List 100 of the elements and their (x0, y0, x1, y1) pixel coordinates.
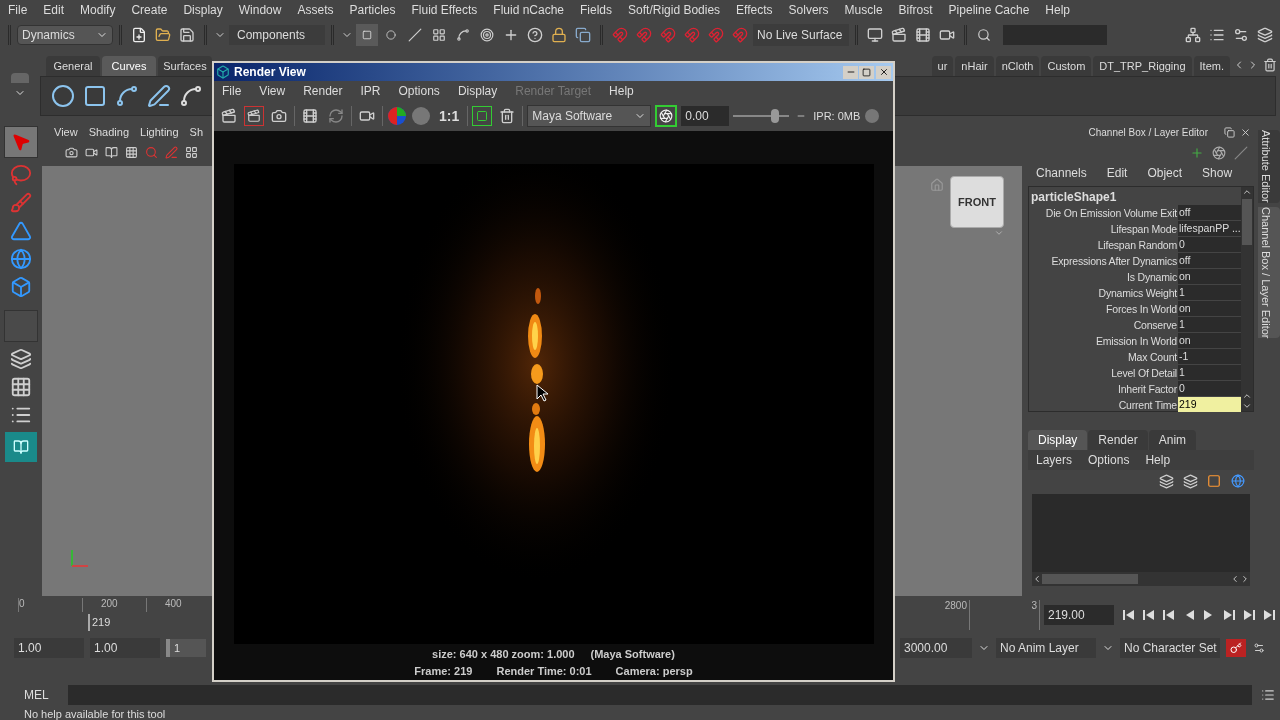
step-back-icon[interactable] (1142, 609, 1156, 621)
scroll-down-icon[interactable] (1241, 401, 1252, 411)
menu-item[interactable]: Help (609, 82, 634, 100)
menu-item[interactable]: Muscle (844, 1, 883, 19)
snapshot-icon[interactable] (655, 105, 678, 127)
menu-item[interactable]: Display (183, 1, 223, 19)
layer-menu-item[interactable]: Layers (1036, 451, 1073, 469)
layer-tab[interactable]: Anim (1148, 430, 1197, 450)
attribute-value[interactable]: 0 (1178, 381, 1241, 397)
step-forward-icon[interactable] (1242, 609, 1256, 621)
scroll-left-icon[interactable] (1032, 574, 1042, 584)
input-field[interactable] (1003, 25, 1107, 45)
step-back-key-icon[interactable] (1162, 609, 1176, 621)
menu-item[interactable]: IPR (360, 82, 381, 100)
menu-item[interactable]: Solvers (788, 1, 829, 19)
scrollbar-thumb[interactable] (1042, 574, 1138, 584)
channel-menu-item[interactable]: Object (1147, 164, 1183, 182)
side-tab[interactable]: Attribute Editor (1258, 130, 1280, 203)
side-tab[interactable]: Channel Box / Layer Editor (1258, 206, 1280, 339)
scrollbar[interactable] (1032, 572, 1250, 586)
shelf-tab[interactable]: nHair (955, 56, 994, 76)
attribute-value[interactable]: off (1178, 253, 1241, 269)
start-time-field[interactable]: 1.00 (14, 638, 84, 658)
menu-item[interactable]: Soft/Rigid Bodies (628, 1, 721, 19)
key-icon[interactable] (1226, 639, 1246, 657)
shelf-tab[interactable]: nCloth (995, 56, 1040, 76)
attribute-value[interactable]: -1 (1178, 349, 1241, 365)
layer-tab[interactable]: Display (1028, 430, 1088, 450)
live-surface-field[interactable]: No Live Surface (753, 24, 849, 46)
attribute-value[interactable]: 1 (1178, 365, 1241, 381)
panel-menu-item[interactable]: Shading (88, 123, 130, 141)
layer-menu-item[interactable]: Help (1145, 451, 1171, 469)
go-to-end-icon[interactable] (1262, 609, 1276, 621)
maximize-icon[interactable] (859, 65, 874, 79)
attribute-value[interactable]: on (1178, 301, 1241, 317)
shelf-tab[interactable]: Surfaces (158, 56, 212, 76)
end-time-field[interactable]: 3000.00 (900, 638, 972, 658)
select-tool-icon[interactable] (4, 126, 38, 158)
real-size-button[interactable]: 1:1 (435, 105, 464, 127)
image-icon[interactable] (472, 106, 493, 126)
layer-tab[interactable]: Render (1088, 430, 1148, 450)
channel-menu-item[interactable]: Edit (1106, 164, 1128, 182)
panel-menu-item[interactable]: Lighting (140, 123, 179, 141)
go-to-start-icon[interactable] (1122, 609, 1136, 621)
menu-item[interactable]: Fields (580, 1, 613, 19)
window-title-bar[interactable]: Render View (214, 63, 893, 81)
scroll-right-icon[interactable] (1240, 574, 1250, 584)
step-forward-key-icon[interactable] (1222, 609, 1236, 621)
shelf-tab[interactable]: Custom (1041, 56, 1092, 76)
shelf-tab[interactable]: DT_TRP_Rigging (1093, 56, 1192, 76)
layer-menu-item[interactable]: Options (1088, 451, 1130, 469)
attribute-value[interactable]: lifespanPP ... (1178, 221, 1241, 237)
channel-menu-item[interactable]: Channels (1036, 164, 1087, 182)
shelf-tab[interactable]: General (46, 56, 100, 76)
attribute-value[interactable]: 1 (1178, 285, 1241, 301)
menu-item[interactable]: Fluid nCache (493, 1, 564, 19)
shelf-tab[interactable]: Item. (1193, 56, 1230, 76)
menu-item[interactable]: File (222, 82, 242, 100)
close-icon[interactable] (876, 65, 891, 79)
menu-item[interactable]: Fluid Effects (411, 1, 478, 19)
menu-item[interactable]: Particles (349, 1, 396, 19)
panel-menu-item[interactable]: Sh (189, 123, 204, 141)
current-time-field[interactable]: 219.00 (1044, 605, 1114, 625)
attribute-value[interactable]: 1 (1178, 317, 1241, 333)
selection-mask-field[interactable]: Components (229, 25, 325, 45)
menu-item[interactable]: Effects (736, 1, 773, 19)
menu-item[interactable]: Help (1045, 1, 1070, 19)
menu-item[interactable]: Display (457, 82, 498, 100)
minimize-icon[interactable] (843, 65, 858, 79)
channel-menu-item[interactable]: Show (1202, 164, 1233, 182)
menu-item[interactable]: Pipeline Cache (948, 1, 1030, 19)
color-channels-icon[interactable] (387, 106, 407, 126)
character-set-field[interactable]: No Character Set (1120, 638, 1220, 658)
menu-item[interactable]: Options (398, 82, 440, 100)
menu-item[interactable]: Window (238, 1, 282, 19)
attribute-value[interactable]: 0 (1178, 237, 1241, 253)
attribute-value[interactable]: on (1178, 269, 1241, 285)
scroll-up-icon[interactable] (1241, 391, 1252, 401)
playback-start-field[interactable]: 1.00 (90, 638, 160, 658)
view-cube[interactable]: FRONT (950, 176, 1004, 228)
menu-item[interactable]: File (8, 1, 28, 19)
shelf-tab[interactable]: ur (931, 56, 954, 76)
menu-item[interactable]: Modify (80, 1, 116, 19)
menu-item[interactable]: Bifrost (898, 1, 933, 19)
panel-menu-item[interactable]: View (54, 123, 78, 141)
square-icon[interactable] (356, 24, 378, 46)
menu-item[interactable]: Edit (43, 1, 65, 19)
menu-item[interactable]: View (259, 82, 286, 100)
scroll-up-icon[interactable] (1241, 187, 1252, 197)
scroll-left-icon[interactable] (1230, 574, 1240, 584)
renderer-dropdown[interactable]: Maya Software (527, 105, 652, 127)
anim-layer-field[interactable]: No Anim Layer (996, 638, 1096, 658)
menu-item[interactable]: Render (303, 82, 343, 100)
gamma-slider[interactable] (733, 109, 790, 123)
mode-dropdown[interactable]: Dynamics (17, 25, 113, 45)
exposure-field[interactable]: 0.00 (681, 106, 730, 126)
attribute-value[interactable]: off (1178, 205, 1241, 221)
attribute-value[interactable]: 219 (1178, 397, 1241, 413)
shelf-tab[interactable]: Curves (102, 56, 156, 76)
command-language-label[interactable]: MEL (4, 686, 60, 704)
